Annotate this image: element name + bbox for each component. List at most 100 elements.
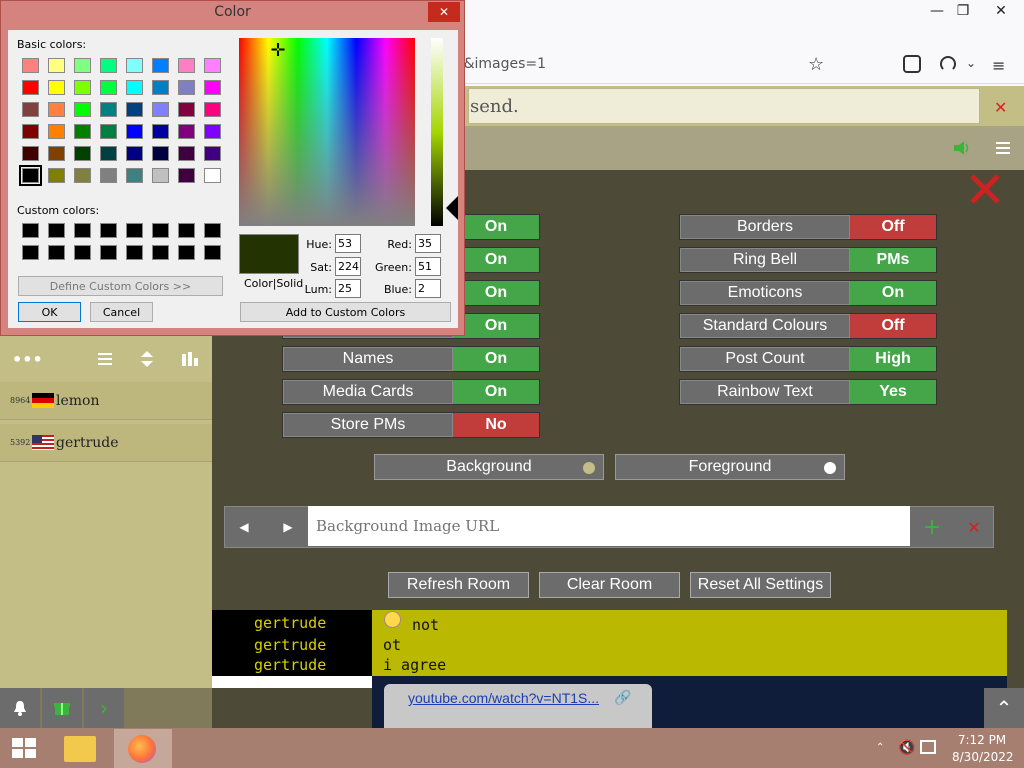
basic-color-swatch[interactable] bbox=[48, 102, 65, 117]
setting-value[interactable]: On bbox=[453, 347, 539, 371]
basic-color-swatch[interactable] bbox=[126, 80, 143, 95]
basic-color-swatch[interactable] bbox=[178, 168, 195, 183]
setting-toggle[interactable]: Standard Colours Off bbox=[679, 313, 937, 339]
setting-toggle[interactable]: Ring Bell PMs bbox=[679, 247, 937, 273]
custom-color-swatch[interactable] bbox=[152, 245, 169, 260]
media-card-link[interactable]: youtube.com/watch?v=NT1S... bbox=[408, 690, 599, 706]
basic-color-swatch[interactable] bbox=[152, 102, 169, 117]
basic-color-swatch[interactable] bbox=[204, 124, 221, 139]
firefox-taskbar-button[interactable] bbox=[114, 729, 172, 768]
user-row-gertrude[interactable]: 5392 gertrude bbox=[0, 424, 212, 462]
basic-color-swatch[interactable] bbox=[22, 124, 39, 139]
basic-color-swatch[interactable] bbox=[22, 80, 39, 95]
more-icon[interactable]: ••• bbox=[12, 350, 43, 369]
basic-color-swatch[interactable] bbox=[22, 58, 39, 73]
basic-color-swatch[interactable] bbox=[48, 80, 65, 95]
dialog-close-button[interactable]: ✕ bbox=[428, 2, 460, 22]
cancel-button[interactable]: Cancel bbox=[90, 302, 153, 322]
basic-color-swatch[interactable] bbox=[204, 146, 221, 161]
foreground-color-button[interactable]: Foreground bbox=[615, 454, 845, 480]
basic-color-swatch[interactable] bbox=[204, 102, 221, 117]
speaker-muted-icon[interactable]: 🔇 bbox=[898, 740, 915, 756]
file-explorer-icon[interactable] bbox=[64, 736, 96, 762]
luminance-slider[interactable] bbox=[431, 38, 443, 226]
prev-arrow-icon[interactable]: ◀ bbox=[230, 510, 258, 544]
setting-toggle[interactable]: Emoticons On bbox=[679, 280, 937, 306]
chat-author[interactable]: gertrude bbox=[254, 656, 326, 674]
bell-icon[interactable] bbox=[0, 688, 40, 728]
setting-value[interactable]: On bbox=[453, 380, 539, 404]
basic-color-swatch[interactable] bbox=[204, 58, 221, 73]
setting-value[interactable]: On bbox=[453, 281, 539, 305]
spectrum-crosshair-icon[interactable]: ✛ bbox=[268, 42, 288, 62]
setting-toggle[interactable]: Media Cards On bbox=[282, 379, 540, 405]
setting-value[interactable]: On bbox=[850, 281, 936, 305]
basic-color-swatch[interactable] bbox=[126, 146, 143, 161]
remove-icon[interactable]: ✕ bbox=[962, 512, 986, 542]
basic-color-swatch[interactable] bbox=[204, 168, 221, 183]
custom-color-swatch[interactable] bbox=[48, 223, 65, 238]
setting-value[interactable]: PMs bbox=[850, 248, 936, 272]
custom-color-swatch[interactable] bbox=[126, 223, 143, 238]
add-icon[interactable]: + bbox=[920, 512, 944, 542]
chevron-down-icon[interactable]: ⌄ bbox=[966, 56, 976, 70]
clock-time[interactable]: 7:12 PM bbox=[952, 733, 1012, 747]
define-custom-colors-button[interactable]: Define Custom Colors >> bbox=[18, 276, 223, 296]
custom-color-swatch[interactable] bbox=[48, 245, 65, 260]
basic-color-swatch[interactable] bbox=[178, 80, 195, 95]
basic-color-swatch[interactable] bbox=[152, 124, 169, 139]
gift-icon[interactable] bbox=[42, 688, 82, 728]
basic-color-swatch[interactable] bbox=[152, 168, 169, 183]
ok-button[interactable]: OK bbox=[18, 302, 81, 322]
custom-color-swatch[interactable] bbox=[22, 245, 39, 260]
basic-color-swatch[interactable] bbox=[152, 58, 169, 73]
basic-color-swatch[interactable] bbox=[126, 102, 143, 117]
setting-toggle[interactable]: Store PMs No bbox=[282, 412, 540, 438]
basic-color-swatch[interactable] bbox=[152, 80, 169, 95]
blue-field[interactable]: 2 bbox=[415, 279, 441, 298]
tray-chevron-icon[interactable]: ⌃ bbox=[876, 742, 884, 753]
add-to-custom-colors-button[interactable]: Add to Custom Colors bbox=[240, 302, 451, 322]
next-arrow-icon[interactable]: ▶ bbox=[274, 510, 302, 544]
sat-field[interactable]: 224 bbox=[335, 257, 361, 276]
rooms-icon[interactable] bbox=[182, 352, 198, 366]
clock-date[interactable]: 8/30/2022 bbox=[952, 750, 1014, 764]
background-color-button[interactable]: Background bbox=[374, 454, 604, 480]
setting-toggle[interactable]: Borders Off bbox=[679, 214, 937, 240]
setting-value[interactable]: On bbox=[453, 314, 539, 338]
red-field[interactable]: 35 bbox=[415, 234, 441, 253]
basic-color-swatch[interactable] bbox=[100, 124, 117, 139]
bg-url-input[interactable] bbox=[308, 506, 910, 546]
setting-value[interactable]: On bbox=[453, 215, 539, 239]
user-row-lemon[interactable]: 8964 lemon bbox=[0, 382, 212, 420]
custom-color-swatch[interactable] bbox=[100, 245, 117, 260]
setting-value[interactable]: On bbox=[453, 248, 539, 272]
list-icon[interactable] bbox=[98, 352, 112, 366]
bookmark-star-icon[interactable]: ☆ bbox=[808, 54, 828, 75]
basic-color-swatch[interactable] bbox=[178, 146, 195, 161]
network-icon[interactable] bbox=[920, 740, 936, 754]
basic-color-swatch[interactable] bbox=[22, 146, 39, 161]
custom-color-swatch[interactable] bbox=[152, 223, 169, 238]
green-field[interactable]: 51 bbox=[415, 257, 441, 276]
custom-color-swatch[interactable] bbox=[178, 245, 195, 260]
custom-color-swatch[interactable] bbox=[22, 223, 39, 238]
setting-toggle[interactable]: Names On bbox=[282, 346, 540, 372]
basic-color-swatch[interactable] bbox=[74, 146, 91, 161]
color-spectrum[interactable] bbox=[239, 38, 415, 226]
custom-color-swatch[interactable] bbox=[100, 223, 117, 238]
basic-color-swatch[interactable] bbox=[178, 102, 195, 117]
basic-color-swatch[interactable] bbox=[74, 168, 91, 183]
basic-color-swatch[interactable] bbox=[100, 58, 117, 73]
setting-value[interactable]: High bbox=[850, 347, 936, 371]
message-input[interactable] bbox=[468, 88, 980, 124]
basic-color-swatch[interactable] bbox=[48, 58, 65, 73]
lum-field[interactable]: 25 bbox=[335, 279, 361, 298]
basic-color-swatch[interactable] bbox=[74, 80, 91, 95]
refresh-room-button[interactable]: Refresh Room bbox=[388, 572, 529, 598]
basic-color-swatch[interactable] bbox=[204, 80, 221, 95]
basic-color-swatch[interactable] bbox=[152, 146, 169, 161]
window-close-button[interactable]: ✕ bbox=[978, 0, 1024, 22]
sort-icon[interactable] bbox=[141, 351, 153, 367]
pocket-icon[interactable] bbox=[903, 55, 921, 73]
